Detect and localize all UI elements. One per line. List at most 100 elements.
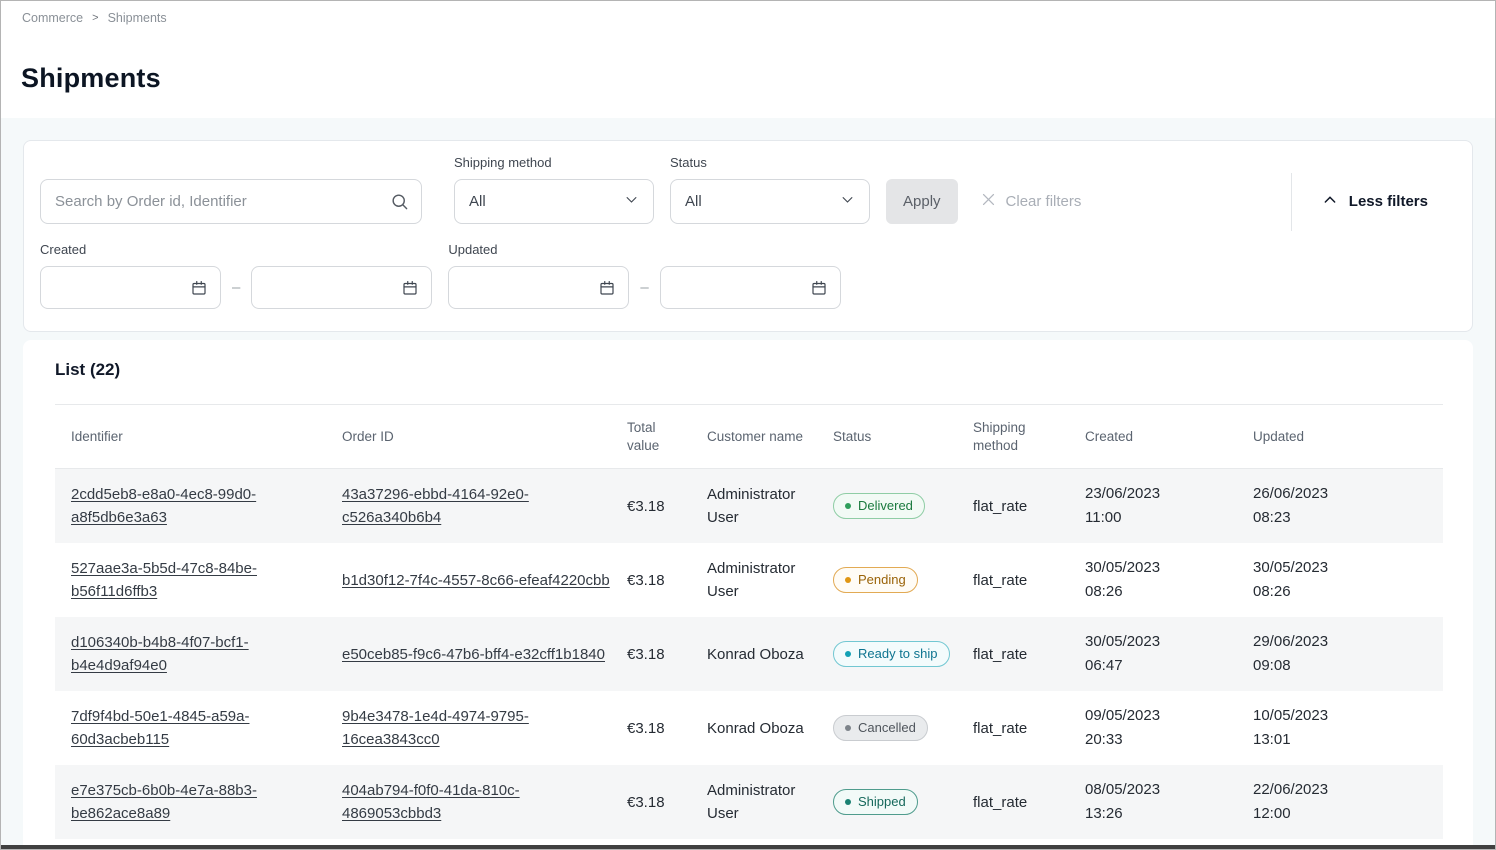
identifier-link[interactable]: d106340b-b4b8-4f07-bcf1-b4e4d9af94e0 [71, 634, 249, 674]
updated-timestamp: 30/05/202308:26 [1253, 543, 1443, 617]
search-input[interactable] [40, 179, 422, 224]
search-icon [390, 192, 409, 216]
breadcrumb-commerce[interactable]: Commerce [22, 11, 83, 25]
status-label: Status [670, 155, 870, 170]
less-filters-toggle[interactable]: Less filters [1322, 179, 1428, 224]
table-body: 2cdd5eb8-e8a0-4ec8-99d0-a8f5db6e3a63 43a3… [55, 469, 1443, 840]
table-header-row: IdentifierOrder IDTotal valueCustomer na… [55, 405, 1443, 469]
order-id-link[interactable]: 43a37296-ebbd-4164-92e0-c526a340b6b4 [342, 486, 529, 526]
breadcrumb-shipments: Shipments [108, 11, 167, 25]
updated-timestamp: 26/06/202308:23 [1253, 469, 1443, 544]
created-timestamp: 30/05/202308:26 [1085, 543, 1253, 617]
updated-date-range: – [448, 266, 840, 309]
column-header-total-value: Total value [627, 405, 707, 469]
less-filters-label: Less filters [1349, 193, 1428, 210]
order-id-link[interactable]: e50ceb85-f9c6-47b6-bff4-e32cff1b1840 [342, 646, 605, 663]
updated-timestamp: 10/05/202313:01 [1253, 691, 1443, 765]
created-date-field: Created – [40, 242, 432, 309]
total-value: €3.18 [627, 543, 707, 617]
created-date-range: – [40, 266, 432, 309]
created-timestamp: 08/05/202313:26 [1085, 765, 1253, 839]
calendar-icon [190, 279, 208, 302]
filters-row-primary: Shipping method All Status All [40, 155, 1456, 224]
table-row: 7df9f4bd-50e1-4845-a59a-60d3acbeb115 9b4e… [55, 691, 1443, 765]
order-id-link[interactable]: 404ab794-f0f0-41da-810c-4869053cbbd3 [342, 782, 520, 822]
created-timestamp: 30/05/202306:47 [1085, 617, 1253, 691]
updated-from-input[interactable] [448, 266, 629, 309]
status-dot-icon [845, 651, 851, 657]
identifier-link[interactable]: 2cdd5eb8-e8a0-4ec8-99d0-a8f5db6e3a63 [71, 486, 256, 526]
status-badge: Shipped [833, 789, 918, 815]
updated-timestamp: 29/06/202309:08 [1253, 617, 1443, 691]
status-dot-icon [845, 577, 851, 583]
created-timestamp: 09/05/202320:33 [1085, 691, 1253, 765]
filters-panel: Shipping method All Status All [23, 140, 1473, 332]
status-badge: Delivered [833, 493, 925, 519]
status-dot-icon [845, 725, 851, 731]
status-dot-icon [845, 503, 851, 509]
table-row: d106340b-b4b8-4f07-bcf1-b4e4d9af94e0 e50c… [55, 617, 1443, 691]
created-to-input[interactable] [251, 266, 432, 309]
close-icon [980, 191, 997, 212]
status-dot-icon [845, 799, 851, 805]
status-value: All [685, 193, 702, 210]
customer-name: Administrator User [707, 469, 833, 544]
column-header-identifier: Identifier [55, 405, 342, 469]
identifier-link[interactable]: 7df9f4bd-50e1-4845-a59a-60d3acbeb115 [71, 708, 249, 748]
date-range-separator: – [640, 279, 648, 296]
total-value: €3.18 [627, 617, 707, 691]
breadcrumb-separator: > [92, 12, 98, 24]
customer-name: Konrad Oboza [707, 691, 833, 765]
shipments-table: IdentifierOrder IDTotal valueCustomer na… [55, 404, 1443, 839]
status-select[interactable]: All [670, 179, 870, 224]
calendar-icon [401, 279, 419, 302]
status-badge: Ready to ship [833, 641, 950, 667]
identifier-link[interactable]: e7e375cb-6b0b-4e7a-88b3-be862ace8a89 [71, 782, 257, 822]
calendar-icon [598, 279, 616, 302]
page-title: Shipments [21, 63, 1495, 94]
status-label: Ready to ship [858, 645, 938, 663]
chevron-down-icon [624, 192, 639, 212]
created-timestamp: 23/06/202311:00 [1085, 469, 1253, 544]
customer-name: Konrad Oboza [707, 617, 833, 691]
table-row: 527aae3a-5b5d-47c8-84be-b56f11d6ffb3 b1d3… [55, 543, 1443, 617]
shipping-method: flat_rate [973, 765, 1085, 839]
list-panel: List (22) IdentifierOrder IDTotal valueC… [23, 340, 1473, 849]
shipping-method-label: Shipping method [454, 155, 654, 170]
calendar-icon [810, 279, 828, 302]
list-title: List (22) [55, 360, 1441, 380]
total-value: €3.18 [627, 765, 707, 839]
filters-toggle-group: Less filters [1291, 173, 1456, 224]
shipping-method: flat_rate [973, 617, 1085, 691]
updated-timestamp: 22/06/202312:00 [1253, 765, 1443, 839]
created-from-input[interactable] [40, 266, 221, 309]
content-area: Shipping method All Status All [1, 118, 1495, 849]
status-label: Delivered [858, 497, 913, 515]
vertical-divider [1291, 173, 1292, 231]
column-header-customer-name: Customer name [707, 405, 833, 469]
identifier-link[interactable]: 527aae3a-5b5d-47c8-84be-b56f11d6ffb3 [71, 560, 257, 600]
breadcrumb: Commerce > Shipments [1, 1, 1495, 25]
status-label: Pending [858, 571, 906, 589]
column-header-status: Status [833, 405, 973, 469]
updated-label: Updated [448, 242, 840, 257]
date-range-separator: – [232, 279, 240, 296]
apply-button[interactable]: Apply [886, 179, 958, 224]
status-field: Status All [670, 155, 870, 224]
total-value: €3.18 [627, 469, 707, 544]
search-field [40, 179, 422, 224]
shipping-method: flat_rate [973, 469, 1085, 544]
bottom-bar [1, 845, 1495, 849]
status-badge: Cancelled [833, 715, 928, 741]
shipments-page: Commerce > Shipments Shipments Shipping … [0, 0, 1496, 850]
clear-filters-button[interactable]: Clear filters [980, 179, 1082, 224]
customer-name: Administrator User [707, 765, 833, 839]
shipping-method-value: All [469, 193, 486, 210]
column-header-order-id: Order ID [342, 405, 627, 469]
order-id-link[interactable]: 9b4e3478-1e4d-4974-9795-16cea3843cc0 [342, 708, 529, 748]
order-id-link[interactable]: b1d30f12-7f4c-4557-8c66-efeaf4220cbb [342, 572, 610, 589]
created-label: Created [40, 242, 432, 257]
filters-row-dates: Created – [40, 242, 1456, 309]
shipping-method-select[interactable]: All [454, 179, 654, 224]
updated-to-input[interactable] [660, 266, 841, 309]
